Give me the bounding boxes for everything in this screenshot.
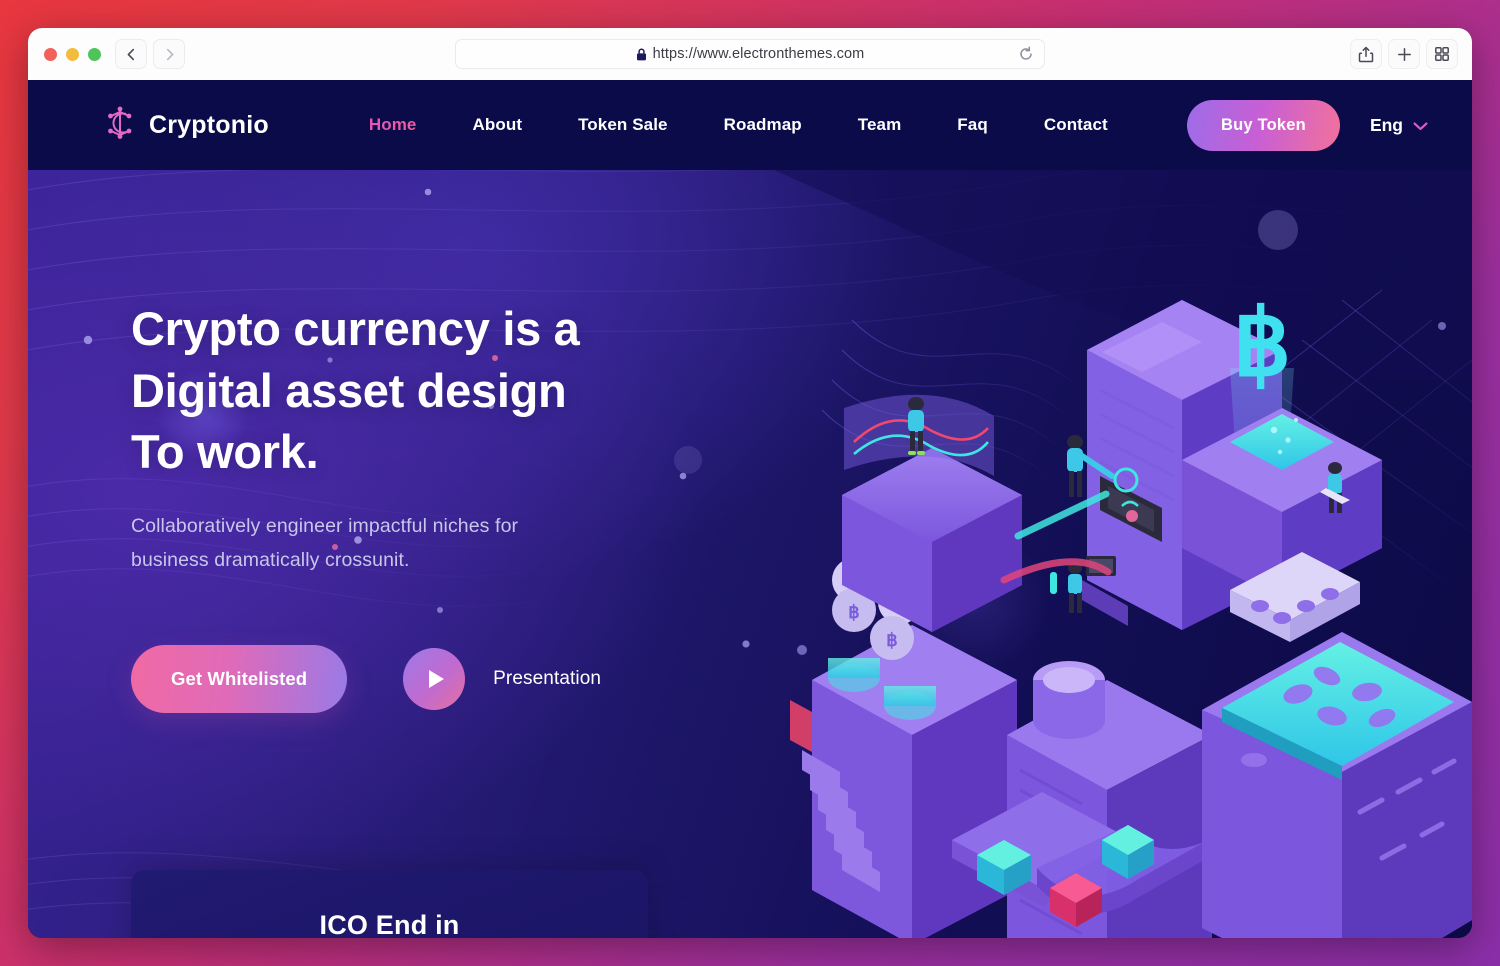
nav-item-token-sale[interactable]: Token Sale	[550, 115, 696, 135]
header-actions: Buy Token Eng	[1187, 99, 1428, 151]
grid-icon	[1435, 47, 1449, 61]
main-navigation: Home About Token Sale Roadmap Team Faq C…	[341, 115, 1136, 135]
minimize-window-button[interactable]	[66, 47, 79, 61]
language-selector[interactable]: Eng	[1370, 115, 1428, 136]
hero-subtitle: Collaboratively engineer impactful niche…	[131, 509, 1472, 577]
ico-countdown-title: ICO End in	[319, 910, 460, 938]
hero-section: ฿ ฿ ฿ ฿	[28, 170, 1472, 938]
site-header: Cryptonio Home About Token Sale Roadmap …	[28, 80, 1472, 170]
presentation-label: Presentation	[493, 667, 602, 689]
forward-button[interactable]	[153, 39, 185, 69]
headline-line-1: Crypto currency is a	[131, 302, 580, 355]
reload-icon	[1020, 46, 1032, 60]
browser-window: https://www.electronthemes.com ฿ ฿ ฿ Cry…	[28, 28, 1472, 938]
hero-content: Crypto currency is a Digital asset desig…	[28, 170, 1472, 713]
chevron-right-icon	[166, 48, 173, 60]
nav-item-home[interactable]: Home	[341, 115, 445, 135]
address-bar-url: https://www.electronthemes.com	[652, 46, 865, 62]
headline-line-2: Digital asset design	[131, 363, 567, 417]
reload-button[interactable]	[1018, 46, 1034, 67]
buy-token-button[interactable]: Buy Token	[1187, 99, 1340, 151]
ico-countdown-card: ICO End in 00 00 00 00	[131, 870, 648, 938]
navigation-buttons	[115, 39, 185, 69]
nav-item-roadmap[interactable]: Roadmap	[696, 115, 830, 135]
play-icon[interactable]	[403, 647, 466, 710]
get-whitelisted-button[interactable]: Get Whitelisted	[131, 644, 348, 713]
chevron-left-icon	[127, 48, 134, 60]
toolbar-right-buttons	[1350, 39, 1458, 69]
browser-toolbar: https://www.electronthemes.com	[28, 28, 1472, 80]
lock-icon	[636, 47, 647, 61]
address-bar[interactable]: https://www.electronthemes.com	[455, 39, 1045, 69]
hero-cta-group: Get Whitelisted Presentation	[131, 644, 1472, 713]
language-label: Eng	[1369, 114, 1403, 135]
share-button[interactable]	[1350, 39, 1382, 69]
presentation-button[interactable]: Presentation	[403, 647, 602, 710]
nav-item-team[interactable]: Team	[830, 115, 930, 135]
plus-icon	[1397, 47, 1411, 61]
maximize-window-button[interactable]	[88, 47, 101, 61]
chevron-down-icon	[1413, 115, 1428, 136]
back-button[interactable]	[115, 39, 147, 69]
subtitle-line-1: Collaboratively engineer impactful niche…	[131, 514, 519, 537]
page-title: Crypto currency is a Digital asset desig…	[131, 298, 1472, 483]
brand-logo[interactable]: Cryptonio	[104, 106, 269, 145]
nav-item-faq[interactable]: Faq	[929, 115, 1016, 135]
nav-item-contact[interactable]: Contact	[1016, 115, 1136, 135]
share-icon	[1358, 46, 1374, 62]
cryptonio-molecule-logo-icon	[104, 106, 136, 145]
tab-overview-button[interactable]	[1426, 39, 1458, 69]
headline-line-3: To work.	[131, 425, 319, 479]
subtitle-line-2: business dramatically crossunit.	[131, 548, 410, 571]
window-traffic-lights	[44, 47, 101, 61]
brand-name: Cryptonio	[149, 110, 269, 139]
website-viewport: ฿ ฿ ฿ ฿	[28, 80, 1472, 938]
close-window-button[interactable]	[44, 47, 57, 61]
new-tab-button[interactable]	[1388, 39, 1420, 69]
nav-item-about[interactable]: About	[444, 115, 550, 135]
